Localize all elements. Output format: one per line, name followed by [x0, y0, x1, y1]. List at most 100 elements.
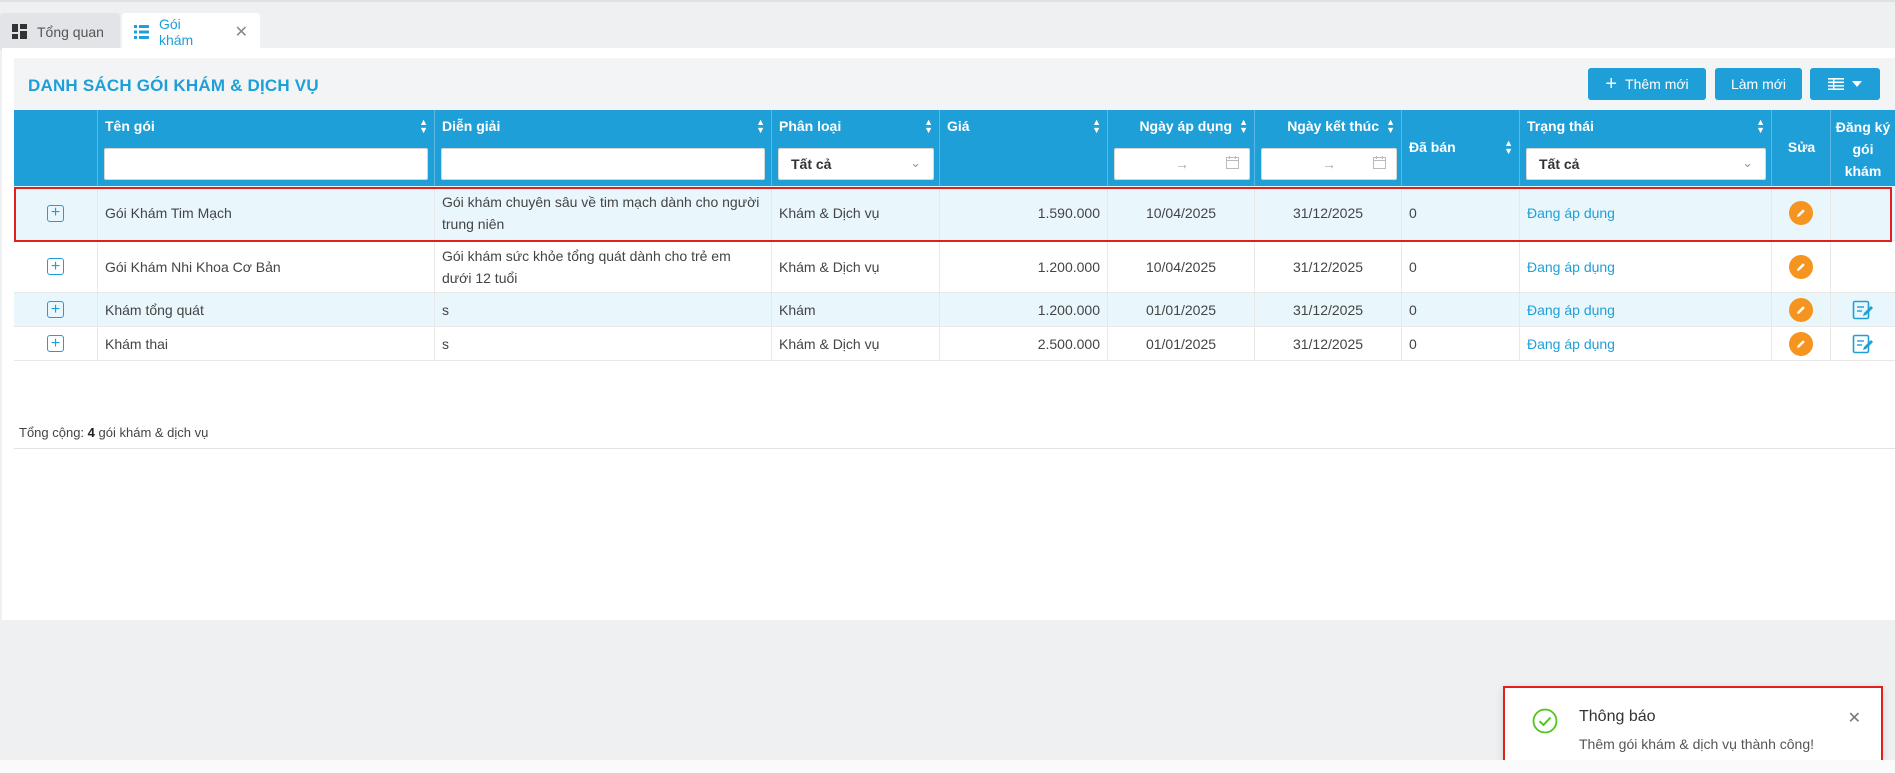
total-summary: Tổng cộng: 4 gói khám & dịch vụ: [19, 425, 209, 440]
sort-icon[interactable]: ▲ ▼: [1504, 139, 1513, 156]
cell-start-date: 01/01/2025: [1108, 293, 1255, 326]
sort-icon[interactable]: ▲ ▼: [1756, 118, 1765, 135]
refresh-button[interactable]: Làm mới: [1715, 68, 1802, 100]
success-toast: Thông báo Thêm gói khám & dịch vụ thành …: [1503, 686, 1883, 770]
tab-overview[interactable]: Tổng quan: [0, 13, 120, 50]
cell-name: Gói Khám Nhi Khoa Cơ Bản: [98, 241, 435, 292]
table-row[interactable]: + Khám thai s Khám & Dịch vụ 2.500.000 0…: [14, 327, 1895, 361]
cell-end-date: 31/12/2025: [1255, 327, 1402, 360]
cell-sold: 0: [1402, 186, 1520, 240]
sort-icon[interactable]: ▲ ▼: [419, 118, 428, 135]
cell-price: 1.590.000: [940, 186, 1108, 240]
plus-icon: +: [1605, 73, 1618, 95]
cell-end-date: 31/12/2025: [1255, 186, 1402, 240]
header-register: Đăng ký gói khám: [1835, 119, 1891, 179]
cell-desc: s: [435, 293, 772, 326]
table-row[interactable]: + Khám tổng quát s Khám 1.200.000 01/01/…: [14, 293, 1895, 327]
header-desc: Diễn giải ▲ ▼: [435, 110, 772, 186]
cell-sold: 0: [1402, 293, 1520, 326]
sort-icon[interactable]: ▲ ▼: [924, 118, 933, 135]
close-icon[interactable]: ✕: [1848, 708, 1861, 728]
cell-start-date: 10/04/2025: [1108, 186, 1255, 240]
header-start-date: Ngày áp dụng ▲ ▼ →: [1108, 110, 1255, 186]
edit-button[interactable]: [1789, 201, 1813, 225]
caret-down-icon: [1852, 81, 1862, 87]
expand-icon[interactable]: +: [47, 258, 64, 275]
status-filter-select[interactable]: Tất cả ⌄: [1526, 148, 1766, 180]
table-row[interactable]: + Gói Khám Tim Mạch Gói khám chuyên sâu …: [14, 186, 1895, 241]
desc-filter-input[interactable]: [441, 148, 765, 180]
cell-category: Khám & Dịch vụ: [772, 186, 940, 240]
table-body: + Gói Khám Tim Mạch Gói khám chuyên sâu …: [14, 186, 1895, 361]
list-icon: [134, 24, 149, 39]
columns-icon: [1828, 78, 1844, 90]
pencil-icon: [1797, 262, 1805, 271]
edit-button[interactable]: [1789, 331, 1813, 356]
sort-icon[interactable]: ▲ ▼: [1092, 118, 1101, 135]
cell-category: Khám & Dịch vụ: [772, 327, 940, 360]
tab-overview-label: Tổng quan: [37, 23, 104, 40]
cell-sold: 0: [1402, 241, 1520, 292]
chevron-down-icon: ⌄: [910, 155, 921, 170]
tab-bar: Tổng quan Gói khám ✕: [0, 0, 1895, 50]
cell-name: Gói Khám Tim Mạch: [98, 186, 435, 240]
header-status: Trạng thái ▲ ▼ Tất cả ⌄: [1520, 110, 1772, 186]
register-package-icon[interactable]: [1852, 299, 1874, 321]
cell-end-date: 31/12/2025: [1255, 241, 1402, 292]
pencil-icon: [1797, 339, 1805, 348]
edit-button[interactable]: [1789, 297, 1813, 322]
add-new-label: Thêm mới: [1625, 76, 1689, 92]
cell-status: Đang áp dụng: [1520, 293, 1772, 326]
column-settings-button[interactable]: [1810, 68, 1880, 100]
close-icon[interactable]: ✕: [235, 22, 248, 42]
cell-category: Khám & Dịch vụ: [772, 241, 940, 292]
expand-icon[interactable]: +: [47, 335, 64, 352]
category-filter-select[interactable]: Tất cả ⌄: [778, 148, 934, 180]
list-header: DANH SÁCH GÓI KHÁM & DỊCH VỤ + Thêm mới …: [14, 58, 1895, 110]
table-header: Tên gói ▲ ▼ Diễn giải ▲ ▼ Phân loại ▲ ▼ Tất…: [14, 110, 1895, 186]
expand-icon[interactable]: +: [47, 301, 64, 318]
calendar-icon: [1373, 156, 1386, 169]
header-end-date: Ngày kết thúc ▲ ▼ →: [1255, 110, 1402, 186]
sort-icon[interactable]: ▲ ▼: [756, 118, 765, 135]
cell-desc: s: [435, 327, 772, 360]
cell-price: 1.200.000: [940, 241, 1108, 292]
chevron-down-icon: ⌄: [1742, 155, 1753, 170]
add-new-button[interactable]: + Thêm mới: [1588, 68, 1706, 100]
pencil-icon: [1797, 305, 1805, 314]
cell-start-date: 10/04/2025: [1108, 241, 1255, 292]
header-sold: Đã bán ▲ ▼: [1402, 110, 1520, 186]
toast-title: Thông báo: [1579, 708, 1656, 725]
start-date-range-picker[interactable]: →: [1114, 148, 1250, 180]
main-panel: DANH SÁCH GÓI KHÁM & DỊCH VỤ + Thêm mới …: [2, 48, 1895, 620]
sort-icon[interactable]: ▲ ▼: [1386, 118, 1395, 135]
cell-sold: 0: [1402, 327, 1520, 360]
cell-status: Đang áp dụng: [1520, 186, 1772, 240]
page-title: DANH SÁCH GÓI KHÁM & DỊCH VỤ: [28, 76, 319, 95]
header-category: Phân loại ▲ ▼ Tất cả ⌄: [772, 110, 940, 186]
packages-table: Tên gói ▲ ▼ Diễn giải ▲ ▼ Phân loại ▲ ▼ Tất…: [14, 110, 1895, 361]
header-name: Tên gói ▲ ▼: [98, 110, 435, 186]
dashboard-icon: [12, 24, 27, 39]
expand-icon[interactable]: +: [47, 204, 64, 222]
cell-name: Khám tổng quát: [98, 293, 435, 326]
table-divider: [14, 448, 1895, 449]
calendar-icon: [1226, 156, 1239, 169]
tab-packages[interactable]: Gói khám ✕: [122, 13, 260, 50]
toast-message: Thêm gói khám & dịch vụ thành công!: [1579, 736, 1815, 752]
header-price: Giá ▲ ▼: [940, 110, 1108, 186]
end-date-range-picker[interactable]: →: [1261, 148, 1397, 180]
check-circle-icon: [1532, 708, 1558, 734]
tab-packages-label: Gói khám: [158, 15, 194, 48]
cell-name: Khám thai: [98, 327, 435, 360]
name-filter-input[interactable]: [104, 148, 428, 180]
header-expand: [14, 110, 98, 186]
cell-price: 2.500.000: [940, 327, 1108, 360]
header-edit: Sửa: [1772, 110, 1831, 186]
cell-end-date: 31/12/2025: [1255, 293, 1402, 326]
table-row[interactable]: + Gói Khám Nhi Khoa Cơ Bản Gói khám sức …: [14, 241, 1895, 293]
edit-button[interactable]: [1789, 254, 1813, 279]
pencil-icon: [1797, 209, 1805, 217]
register-package-icon[interactable]: [1852, 333, 1874, 355]
sort-icon[interactable]: ▲ ▼: [1239, 118, 1248, 135]
